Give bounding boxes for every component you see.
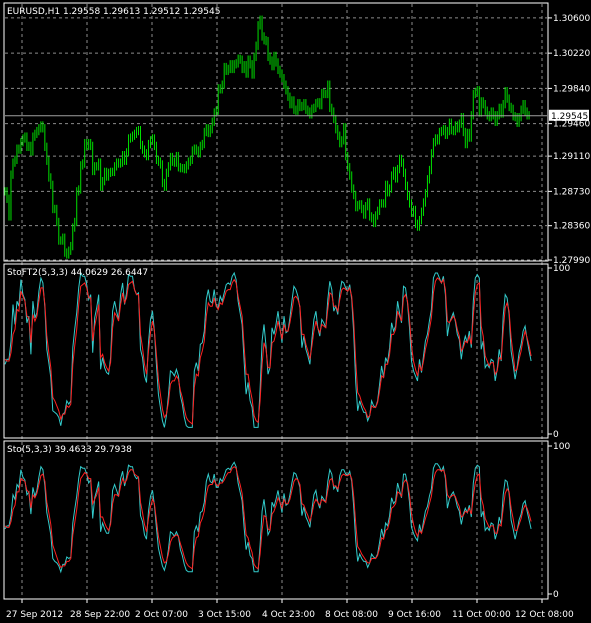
y-tick-label: 1.28730 [553,187,590,197]
x-tick-label: 2 Oct 07:00 [135,610,188,620]
x-tick-label: 8 Oct 08:00 [325,610,378,620]
stoch-ft-pane-title: StoFT2(5,3,3) 44.0629 26.6447 [7,268,148,278]
x-tick-label: 12 Oct 08:00 [515,610,574,620]
current-price-marker: 1.29545 [549,109,589,122]
y-tick-label: 1.29840 [553,84,590,94]
x-tick-label: 9 Oct 16:00 [388,610,441,620]
price-pane-title: EURUSD,H1 1.29558 1.29613 1.29512 1.2954… [7,7,220,17]
y-tick-label: 0 [553,590,559,600]
trading-chart[interactable]: EURUSD,H1 1.29558 1.29613 1.29512 1.2954… [0,0,591,623]
x-tick-label: 28 Sep 22:00 [70,610,130,620]
y-tick-label: 1.30600 [553,14,590,24]
y-tick-label: 1.29110 [553,152,590,162]
y-tick-label: 1.28360 [553,222,590,232]
x-tick-label: 11 Oct 00:00 [452,610,511,620]
x-tick-label: 27 Sep 2012 [6,610,63,620]
stoch-pane-title: Sto(5,3,3) 39.4633 29.7938 [7,445,132,455]
current-price-label: 1.29545 [551,112,588,122]
y-tick-label: 1.30220 [553,49,590,59]
y-tick-label: 0 [553,430,559,440]
x-tick-label: 3 Oct 15:00 [198,610,251,620]
x-tick-label: 4 Oct 23:00 [262,610,315,620]
chart-background [0,0,591,623]
y-tick-label: 100 [553,442,570,452]
y-tick-label: 100 [553,264,570,274]
